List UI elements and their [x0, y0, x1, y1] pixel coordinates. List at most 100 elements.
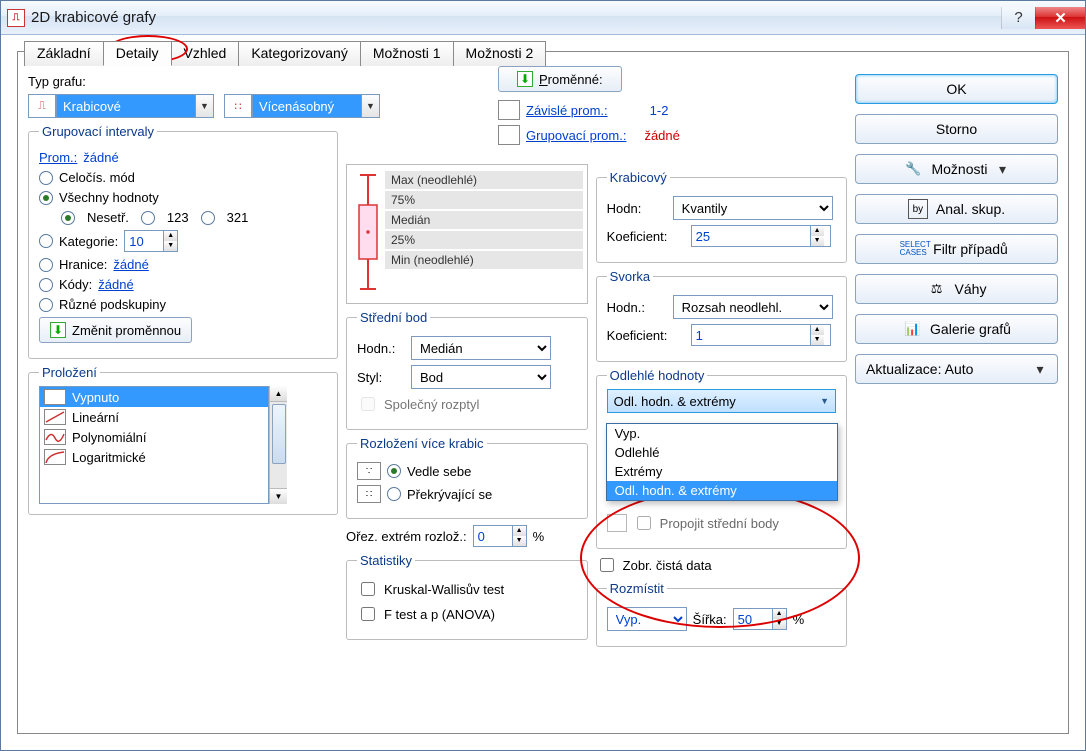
aktualizace-button[interactable]: Aktualizace: Auto ▾ — [855, 354, 1058, 384]
anal-skup-button[interactable]: by Anal. skup. — [855, 194, 1058, 224]
kw-chk[interactable] — [361, 582, 375, 596]
sirka-label: Šířka: — [693, 612, 727, 627]
rozmistit-select[interactable]: Vyp. — [607, 607, 687, 631]
propojit-chk[interactable] — [637, 516, 651, 530]
titlebar: ⎍ 2D krabicové grafy ? ✕ — [1, 1, 1085, 35]
zobr-cista-chk[interactable] — [600, 558, 614, 572]
bp-max: Max (neodlehlé) — [385, 171, 583, 189]
tab-moznosti1[interactable]: Možnosti 1 — [360, 41, 454, 66]
odlehle-dropdown[interactable]: Vyp. Odlehlé Extrémy Odl. hodn. & extrém… — [606, 423, 838, 501]
hranice-label: Hranice: — [59, 257, 107, 272]
sb-styl-select[interactable]: Bod — [411, 365, 551, 389]
moznosti-button[interactable]: 🔧 Možnosti ▾ — [855, 154, 1058, 184]
vedle-radio[interactable] — [387, 464, 401, 478]
grouping-intervals-fieldset: Grupovací intervaly Prom.: žádné Celočís… — [28, 124, 338, 359]
sb-hodn-label: Hodn.: — [357, 341, 405, 356]
orez-spin[interactable]: ▲▼ — [473, 525, 527, 547]
r123-label: 123 — [167, 210, 189, 225]
side-icon: ∵ — [357, 462, 381, 480]
rozlozeni-fieldset: Rozložení více krabic ∵ Vedle sebe ∷ Pře… — [346, 436, 588, 519]
prom-value: žádné — [83, 150, 118, 165]
galerie-button[interactable]: 📊 Galerie grafů — [855, 314, 1058, 344]
r123-radio[interactable] — [141, 211, 155, 225]
odlehle-opt-2[interactable]: Extrémy — [607, 462, 837, 481]
vsechny-radio[interactable] — [39, 191, 53, 205]
svorka-legend: Svorka — [607, 269, 653, 284]
krabicovy-fieldset: Krabicový Hodn: Kvantily Koeficient: ▲▼ — [596, 170, 847, 263]
sirka-spin[interactable]: ▲▼ — [733, 608, 787, 630]
grouping-intervals-legend: Grupovací intervaly — [39, 124, 157, 139]
ruzne-radio[interactable] — [39, 298, 53, 312]
kr-koef-input[interactable] — [692, 226, 810, 246]
variables-button[interactable]: ⬇ Proměnné: — [498, 66, 622, 92]
kategorie-spin[interactable]: ▲▼ — [124, 230, 178, 252]
kr-koef-label: Koeficient: — [607, 229, 685, 244]
hranice-radio[interactable] — [39, 258, 53, 272]
stredni-bod-legend: Střední bod — [357, 310, 430, 325]
statistiky-fieldset: Statistiky Kruskal-Wallisův test F test … — [346, 553, 588, 640]
filtr-button[interactable]: SELECTCASES Filtr případů — [855, 234, 1058, 264]
app-icon: ⎍ — [7, 9, 25, 27]
fit-listbox[interactable]: Vypnuto Lineární Polynomiální — [39, 386, 269, 504]
kategorie-input[interactable] — [125, 231, 163, 251]
close-button[interactable]: ✕ — [1035, 7, 1085, 29]
kr-koef-spin[interactable]: ▲▼ — [691, 225, 831, 247]
odlehle-opt-1[interactable]: Odlehlé — [607, 443, 837, 462]
sv-hodn-select[interactable]: Rozsah neodlehl. — [673, 295, 833, 319]
help-button[interactable]: ? — [1001, 7, 1035, 29]
f-chk[interactable] — [361, 607, 375, 621]
sirka-input[interactable] — [734, 609, 772, 629]
graph-type-primary[interactable]: Krabicové — [56, 94, 196, 118]
nesetr-radio[interactable] — [61, 211, 75, 225]
prom-link[interactable]: Prom.: — [39, 150, 77, 165]
dep-label[interactable]: Závislé prom.: — [526, 103, 608, 118]
select-cases-icon: SELECTCASES — [905, 239, 925, 259]
bp-75: 75% — [385, 191, 583, 209]
propojit-label: Propojit střední body — [660, 516, 779, 531]
storno-button[interactable]: Storno — [855, 114, 1058, 144]
vsechny-label: Všechny hodnoty — [59, 190, 159, 205]
tab-zakladni[interactable]: Základní — [24, 41, 104, 66]
fit-swatch-blank — [44, 389, 66, 405]
kody-radio[interactable] — [39, 278, 53, 292]
odlehle-opt-0[interactable]: Vyp. — [607, 424, 837, 443]
tab-detaily[interactable]: Detaily — [103, 41, 172, 66]
grp-label[interactable]: Grupovací prom.: — [526, 128, 626, 143]
rozmistit-fieldset: Rozmístit Vyp. Šířka: ▲▼ % — [596, 581, 847, 647]
tab-moznosti2[interactable]: Možnosti 2 — [453, 41, 547, 66]
kr-hodn-label: Hodn: — [607, 201, 667, 216]
ok-button[interactable]: OK — [855, 74, 1058, 104]
change-variable-label: Změnit proměnnou — [72, 323, 181, 338]
kr-hodn-select[interactable]: Kvantily — [673, 196, 833, 220]
bp-25: 25% — [385, 231, 583, 249]
prolozeni-legend: Proložení — [39, 365, 100, 380]
odlehle-combo[interactable]: Odl. hodn. & extrémy ▼ — [607, 389, 836, 413]
vahy-button[interactable]: ⚖ Váhy — [855, 274, 1058, 304]
kategorie-radio[interactable] — [39, 234, 53, 248]
tab-vzhled[interactable]: Vzhled — [171, 41, 240, 66]
sb-hodn-select[interactable]: Medián — [411, 336, 551, 360]
fit-swatch-poly — [44, 429, 66, 445]
hranice-value[interactable]: žádné — [113, 257, 148, 272]
change-variable-button[interactable]: ⬇ Změnit proměnnou — [39, 317, 192, 343]
fit-label-0: Vypnuto — [72, 390, 119, 405]
sv-koef-spin[interactable]: ▲▼ — [691, 324, 831, 346]
orez-suffix: % — [533, 529, 545, 544]
chevron-down-icon: ▾ — [1033, 361, 1047, 378]
fit-label-3: Logaritmické — [72, 450, 146, 465]
prekr-radio[interactable] — [387, 487, 401, 501]
fit-swatch-linear — [44, 409, 66, 425]
celocis-radio[interactable] — [39, 171, 53, 185]
f-label: F test a p (ANOVA) — [384, 607, 495, 622]
weight-icon: ⚖ — [927, 279, 947, 299]
odlehle-opt-3[interactable]: Odl. hodn. & extrémy — [607, 481, 837, 500]
sv-koef-input[interactable] — [692, 325, 810, 345]
tab-kategorizovany[interactable]: Kategorizovaný — [238, 41, 361, 66]
r321-radio[interactable] — [201, 211, 215, 225]
kody-value[interactable]: žádné — [98, 277, 133, 292]
fit-scrollbar[interactable]: ▲ ▼ — [269, 386, 287, 504]
fit-item-linear: Lineární — [40, 407, 268, 427]
prekr-label: Překrývající se — [407, 487, 492, 502]
orez-input[interactable] — [474, 526, 512, 546]
graph-type-primary-dd[interactable]: ▼ — [196, 94, 214, 118]
